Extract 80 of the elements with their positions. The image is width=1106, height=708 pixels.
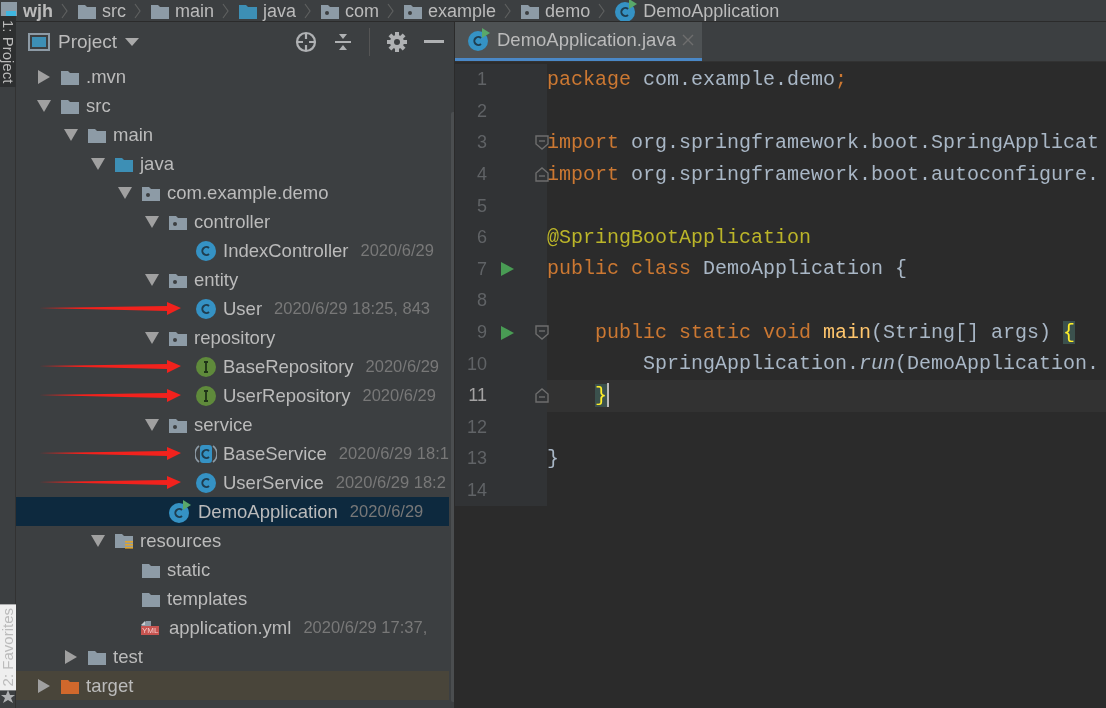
runnable-class-icon — [467, 28, 491, 52]
chevron-icon — [304, 2, 313, 19]
editor-tab[interactable]: DemoApplication.java — [455, 22, 702, 61]
file-info: 2020/6/29 — [360, 240, 434, 262]
runnable-class-icon — [168, 499, 192, 524]
breadcrumb-item[interactable]: DemoApplication — [614, 0, 780, 21]
chevron-icon — [222, 2, 230, 19]
code-line: } — [547, 445, 559, 472]
fold-icon[interactable] — [535, 135, 549, 151]
tool-window-tab[interactable]: 1: Project — [0, 16, 16, 88]
minimize-icon[interactable] — [424, 40, 444, 44]
tree-item[interactable]: BaseRepository 2020/6/29 — [16, 352, 449, 381]
tree-item[interactable]: static — [16, 555, 449, 584]
file-info: 2020/6/29 18:2 — [335, 472, 446, 494]
tree-item[interactable]: UserService 2020/6/29 18:2 — [16, 468, 449, 497]
class-icon — [195, 471, 217, 494]
tree-item[interactable]: target — [16, 671, 449, 700]
tree-item[interactable]: repository — [16, 323, 449, 352]
breadcrumb-item[interactable]: java — [238, 1, 297, 20]
breadcrumb-item[interactable]: example — [403, 1, 497, 20]
panel-title[interactable]: Project — [58, 27, 118, 57]
breadcrumb-item[interactable]: com — [320, 1, 380, 20]
locate-icon[interactable] — [295, 31, 317, 53]
file-info: 2020/6/29 — [349, 501, 424, 523]
file-type-label: YML — [141, 625, 160, 635]
tree-item[interactable]: controller — [16, 207, 449, 236]
star-icon — [0, 690, 15, 704]
chevron-icon — [598, 2, 607, 19]
fold-icon[interactable] — [535, 388, 549, 404]
tree-item[interactable]: com.example.demo — [16, 178, 449, 207]
class-icon — [195, 239, 217, 262]
code-line: import org.springframework.boot.SpringApplicat — [547, 130, 1100, 156]
class-icon — [195, 297, 217, 320]
line-number: 11 — [467, 384, 488, 408]
run-icon[interactable] — [501, 262, 514, 277]
tree-item[interactable]: java — [16, 149, 449, 178]
fold-icon[interactable] — [535, 325, 549, 341]
tree-item[interactable]: resources — [16, 526, 449, 555]
tree-item[interactable]: YML application.yml 2020/6/29 17:37, — [16, 613, 449, 642]
dropdown-caret-icon[interactable] — [125, 38, 140, 46]
code-line: package com.example.demo; — [547, 66, 848, 93]
code-line: public class DemoApplication { — [547, 256, 908, 283]
close-icon — [681, 34, 694, 46]
code-line: SpringApplication.run(DemoApplication. — [642, 351, 1100, 378]
tree-item[interactable]: templates — [16, 584, 449, 613]
tree-item[interactable]: main — [16, 120, 449, 149]
abstract-class-icon — [195, 442, 217, 465]
runnable-class-icon — [614, 0, 639, 21]
chevron-icon — [504, 2, 513, 19]
code-line: @SpringBootApplication — [547, 224, 812, 251]
interface-icon — [195, 355, 217, 378]
panel-icon — [28, 33, 50, 51]
tree-item[interactable]: entity — [16, 265, 449, 294]
tree-item[interactable]: DemoApplication 2020/6/29 — [16, 497, 449, 526]
fold-icon[interactable] — [535, 167, 549, 183]
tree-item[interactable]: UserRepository 2020/6/29 — [16, 381, 449, 410]
chevron-icon — [61, 2, 69, 19]
tree-item[interactable]: IndexController 2020/6/29 — [16, 236, 449, 265]
run-icon[interactable] — [501, 325, 514, 340]
tree-item[interactable]: test — [16, 642, 449, 671]
file-info: 2020/6/29 — [362, 385, 436, 407]
file-info: 2020/6/29 — [365, 356, 439, 378]
chevron-icon — [387, 2, 396, 19]
tree-item[interactable]: BaseService 2020/6/29 18:1 — [16, 439, 449, 468]
tree-item[interactable]: service — [16, 410, 449, 439]
code-line: import org.springframework.boot.autoconfigure. — [547, 161, 1100, 188]
collapse-all-icon[interactable] — [333, 32, 353, 52]
breadcrumb-item[interactable]: demo — [520, 1, 591, 20]
file-info: 2020/6/29 17:37, — [303, 617, 428, 639]
code-line: public static void main(String[] args) { — [594, 319, 1076, 346]
file-info: 2020/6/29 18:1 — [338, 443, 449, 465]
tree-item[interactable]: .mvn — [16, 62, 449, 91]
file-info: 2020/6/29 18:25, 843 — [274, 298, 431, 320]
chevron-icon — [134, 2, 142, 19]
resources-folder-icon — [114, 531, 134, 550]
breadcrumb-item[interactable]: src — [77, 1, 126, 20]
tree-item[interactable]: User 2020/6/29 18:25, 843 — [16, 294, 449, 323]
interface-icon — [195, 384, 217, 407]
breadcrumb-item[interactable]: main — [150, 1, 214, 20]
tree-item[interactable]: src — [16, 91, 449, 120]
